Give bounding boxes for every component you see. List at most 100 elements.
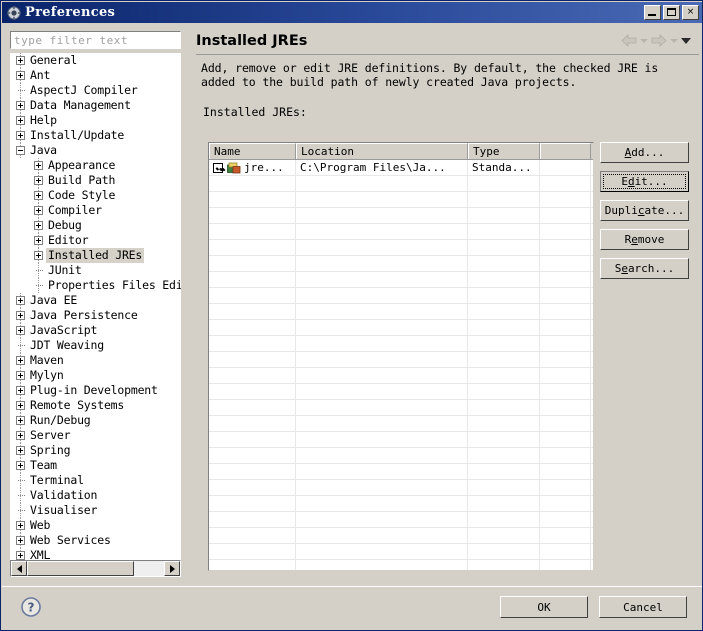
sidebar-item-aspectj-compiler[interactable]: AspectJ Compiler (10, 83, 181, 98)
column-header-name[interactable]: Name (209, 143, 296, 159)
table-row-empty[interactable] (209, 448, 593, 464)
sidebar-item-build-path[interactable]: Build Path (10, 173, 181, 188)
maximize-button[interactable] (663, 5, 680, 20)
expand-icon[interactable] (34, 161, 43, 170)
expand-icon[interactable] (16, 371, 25, 380)
help-icon[interactable]: ? (20, 596, 42, 618)
sidebar-item-java-persistence[interactable]: Java Persistence (10, 308, 181, 323)
expand-icon[interactable] (34, 206, 43, 215)
table-row-empty[interactable] (209, 336, 593, 352)
table-row-empty[interactable] (209, 528, 593, 544)
table-row-empty[interactable] (209, 288, 593, 304)
table-row-empty[interactable] (209, 224, 593, 240)
expand-icon[interactable] (16, 461, 25, 470)
collapse-icon[interactable] (16, 146, 25, 155)
sidebar-item-remote-systems[interactable]: Remote Systems (10, 398, 181, 413)
table-row-empty[interactable] (209, 544, 593, 560)
table-row-empty[interactable] (209, 512, 593, 528)
expand-icon[interactable] (34, 236, 43, 245)
table-row-empty[interactable] (209, 352, 593, 368)
tree-horizontal-scrollbar[interactable] (10, 560, 181, 577)
back-arrow-icon[interactable] (621, 33, 637, 48)
table-row-empty[interactable] (209, 384, 593, 400)
sidebar-item-plug-in-development[interactable]: Plug-in Development (10, 383, 181, 398)
sidebar-item-validation[interactable]: Validation (10, 488, 181, 503)
remove-button[interactable]: Remove (600, 229, 689, 250)
column-header-location[interactable]: Location (296, 143, 468, 159)
expand-icon[interactable] (16, 401, 25, 410)
table-row-empty[interactable] (209, 240, 593, 256)
sidebar-item-junit[interactable]: JUnit (10, 263, 181, 278)
sidebar-item-spring[interactable]: Spring (10, 443, 181, 458)
expand-icon[interactable] (16, 56, 25, 65)
table-row-empty[interactable] (209, 256, 593, 272)
expand-icon[interactable] (16, 101, 25, 110)
sidebar-item-data-management[interactable]: Data Management (10, 98, 181, 113)
table-row-empty[interactable] (209, 192, 593, 208)
scroll-right-icon[interactable] (164, 561, 180, 576)
sidebar-item-java[interactable]: Java (10, 143, 181, 158)
preferences-tree[interactable]: General Ant AspectJ Compiler Data Managemen… (10, 53, 181, 577)
expand-icon[interactable] (16, 386, 25, 395)
duplicate-button[interactable]: Duplicate... (600, 200, 689, 221)
table-row-empty[interactable] (209, 400, 593, 416)
sidebar-item-web[interactable]: Web (10, 518, 181, 533)
sidebar-item-mylyn[interactable]: Mylyn (10, 368, 181, 383)
expand-icon[interactable] (16, 551, 25, 560)
sidebar-item-xml[interactable]: XML (10, 548, 181, 560)
expand-icon[interactable] (34, 221, 43, 230)
sidebar-item-jdt-weaving[interactable]: JDT Weaving (10, 338, 181, 353)
sidebar-item-terminal[interactable]: Terminal (10, 473, 181, 488)
expand-icon[interactable] (16, 356, 25, 365)
sidebar-item-help[interactable]: Help (10, 113, 181, 128)
expand-icon[interactable] (16, 71, 25, 80)
sidebar-item-javascript[interactable]: JavaScript (10, 323, 181, 338)
expand-icon[interactable] (16, 521, 25, 530)
table-row-empty[interactable] (209, 464, 593, 480)
table-row-empty[interactable] (209, 272, 593, 288)
sidebar-item-run-debug[interactable]: Run/Debug (10, 413, 181, 428)
expand-icon[interactable] (16, 536, 25, 545)
jre-table[interactable]: Name Location Type jre... C:\Program Files\… (208, 142, 594, 571)
scroll-left-icon[interactable] (11, 561, 27, 576)
sidebar-item-compiler[interactable]: Compiler (10, 203, 181, 218)
expand-icon[interactable] (34, 176, 43, 185)
filter-input-wrap[interactable]: type filter text (10, 31, 181, 49)
dropdown-triangle-icon[interactable] (681, 37, 691, 44)
search-button[interactable]: Search... (600, 258, 689, 279)
table-row-empty[interactable] (209, 432, 593, 448)
search-input[interactable]: type filter text (14, 34, 128, 47)
sidebar-item-appearance[interactable]: Appearance (10, 158, 181, 173)
forward-arrow-icon[interactable] (651, 33, 667, 48)
sidebar-item-server[interactable]: Server (10, 428, 181, 443)
sidebar-item-team[interactable]: Team (10, 458, 181, 473)
column-header-type[interactable]: Type (468, 143, 540, 159)
expand-icon[interactable] (16, 116, 25, 125)
table-row-empty[interactable] (209, 560, 593, 570)
cancel-button[interactable]: Cancel (599, 596, 687, 618)
table-row-empty[interactable] (209, 304, 593, 320)
table-row-empty[interactable] (209, 176, 593, 192)
close-button[interactable]: × (682, 5, 699, 20)
expand-icon[interactable] (16, 431, 25, 440)
sidebar-item-debug[interactable]: Debug (10, 218, 181, 233)
sidebar-item-code-style[interactable]: Code Style (10, 188, 181, 203)
table-row-empty[interactable] (209, 368, 593, 384)
sidebar-item-web-services[interactable]: Web Services (10, 533, 181, 548)
table-row-empty[interactable] (209, 416, 593, 432)
expand-icon[interactable] (34, 191, 43, 200)
edit-button[interactable]: Edit... (600, 171, 689, 192)
expand-icon[interactable] (16, 296, 25, 305)
expand-icon[interactable] (16, 446, 25, 455)
back-menu-chevron-down-icon[interactable] (640, 38, 648, 43)
sidebar-item-properties-files-edit[interactable]: Properties Files Edit (10, 278, 181, 293)
scrollbar-thumb[interactable] (27, 561, 134, 576)
expand-icon[interactable] (34, 251, 43, 260)
expand-icon[interactable] (16, 131, 25, 140)
sidebar-item-general[interactable]: General (10, 53, 181, 68)
table-row-empty[interactable] (209, 496, 593, 512)
column-header-extra[interactable] (540, 143, 591, 159)
sidebar-item-visualiser[interactable]: Visualiser (10, 503, 181, 518)
scrollbar-track[interactable] (27, 561, 164, 576)
expand-icon[interactable] (16, 416, 25, 425)
